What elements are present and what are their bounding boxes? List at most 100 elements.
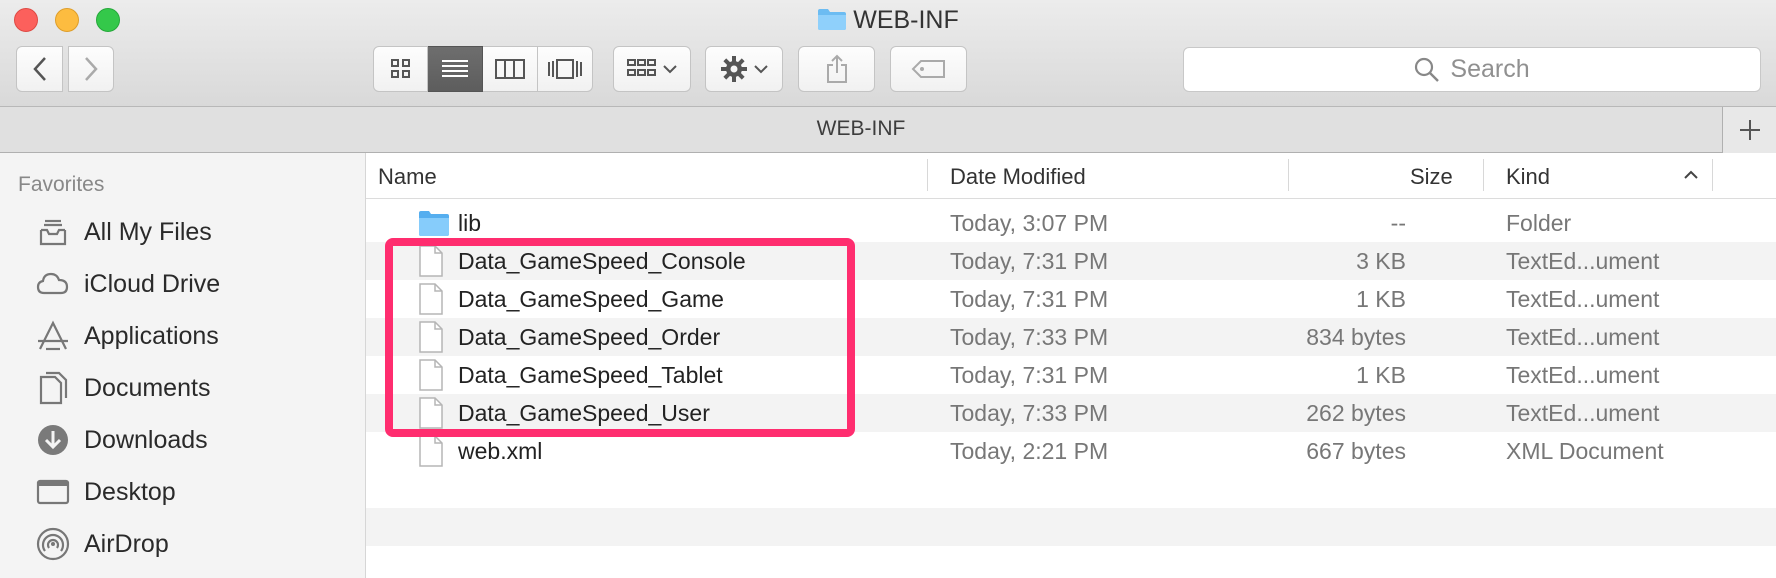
file-row-lib[interactable]: lib Today, 3:07 PM -- Folder <box>366 204 1776 242</box>
sidebar-item-label: iCloud Drive <box>84 269 221 298</box>
search-icon <box>1415 57 1440 82</box>
sidebar-item-desktop[interactable]: Desktop <box>34 469 176 515</box>
search-placeholder: Search <box>1450 55 1530 83</box>
column-name[interactable]: Name <box>378 164 437 190</box>
column-date-modified[interactable]: Date Modified <box>950 164 1086 190</box>
file-row-web-xml[interactable]: web.xml Today, 2:21 PM 667 bytes XML Doc… <box>366 432 1776 470</box>
sidebar: Favorites All My Files iCloud Drive Appl… <box>0 153 366 578</box>
empty-row <box>366 508 1776 546</box>
sidebar-item-all-my-files[interactable]: All My Files <box>34 209 212 255</box>
downloads-icon <box>34 421 72 459</box>
tab-web-inf[interactable]: WEB-INF <box>0 117 1722 141</box>
sidebar-item-label: Desktop <box>84 477 176 506</box>
file-name: Data_GameSpeed_Tablet <box>458 362 723 388</box>
plus-icon <box>1739 120 1760 140</box>
file-kind: TextEd...ument <box>1506 324 1660 350</box>
file-row[interactable]: Data_GameSpeed_Tablet Today, 7:31 PM 1 K… <box>366 356 1776 394</box>
column-size[interactable]: Size <box>1410 164 1453 190</box>
sidebar-item-label: All My Files <box>84 217 212 246</box>
search-field[interactable]: Search <box>1183 47 1761 92</box>
share-icon <box>826 54 847 83</box>
file-name: Data_GameSpeed_Console <box>458 248 746 274</box>
icon-view-button[interactable] <box>373 46 428 92</box>
airdrop-icon <box>34 525 72 563</box>
document-icon <box>418 283 444 321</box>
all-files-icon <box>34 213 72 251</box>
file-name: lib <box>458 210 482 236</box>
arrange-button[interactable] <box>613 46 691 92</box>
file-date: Today, 7:31 PM <box>950 286 1109 312</box>
cloud-icon <box>34 265 72 303</box>
sidebar-item-applications[interactable]: Applications <box>34 313 219 359</box>
file-size: -- <box>1390 210 1406 236</box>
file-date: Today, 7:31 PM <box>950 248 1109 274</box>
file-name: Data_GameSpeed_Order <box>458 324 721 350</box>
chevron-right-icon <box>85 57 98 81</box>
list-icon <box>442 60 468 77</box>
file-size: 1 KB <box>1356 286 1406 312</box>
document-icon <box>418 397 444 435</box>
document-icon <box>418 245 444 283</box>
tag-icon <box>911 60 945 78</box>
icon-grid-icon <box>390 59 410 78</box>
gear-icon <box>721 56 747 82</box>
file-row[interactable]: Data_GameSpeed_Order Today, 7:33 PM 834 … <box>366 318 1776 356</box>
document-icon <box>418 359 444 397</box>
applications-icon <box>34 317 72 355</box>
back-button[interactable] <box>16 46 63 92</box>
desktop-icon <box>34 473 72 511</box>
sidebar-item-label: Downloads <box>84 425 208 454</box>
folder-icon <box>418 207 450 243</box>
chevron-left-icon <box>32 57 46 81</box>
file-kind: TextEd...ument <box>1506 248 1660 274</box>
file-size: 1 KB <box>1356 362 1406 388</box>
file-date: Today, 7:33 PM <box>950 324 1109 350</box>
arrange-icon <box>627 59 656 76</box>
file-row[interactable]: Data_GameSpeed_Console Today, 7:31 PM 3 … <box>366 242 1776 280</box>
list-view-button[interactable] <box>428 46 483 92</box>
file-name: web.xml <box>458 438 543 464</box>
toolbar: WEB-INF Search <box>0 0 1776 107</box>
sidebar-item-airdrop[interactable]: AirDrop <box>34 521 169 567</box>
document-icon <box>418 435 444 473</box>
sidebar-item-icloud-drive[interactable]: iCloud Drive <box>34 261 220 307</box>
cover-flow-icon <box>548 59 582 79</box>
file-date: Today, 7:31 PM <box>950 362 1109 388</box>
file-kind: TextEd...ument <box>1506 362 1660 388</box>
file-name: Data_GameSpeed_Game <box>458 286 724 312</box>
file-size: 262 bytes <box>1306 400 1406 426</box>
file-date: Today, 3:07 PM <box>950 210 1109 236</box>
action-button[interactable] <box>705 46 783 92</box>
file-row[interactable]: Data_GameSpeed_User Today, 7:33 PM 262 b… <box>366 394 1776 432</box>
column-header: Name Date Modified Size Kind <box>366 153 1776 199</box>
share-button[interactable] <box>798 46 875 92</box>
sidebar-item-downloads[interactable]: Downloads <box>34 417 208 463</box>
folder-icon <box>817 7 847 38</box>
sidebar-item-label: Documents <box>84 373 211 402</box>
sidebar-item-documents[interactable]: Documents <box>34 365 210 411</box>
columns-icon <box>495 59 525 79</box>
file-kind: XML Document <box>1506 438 1664 464</box>
file-kind: TextEd...ument <box>1506 286 1660 312</box>
file-date: Today, 7:33 PM <box>950 400 1109 426</box>
tab-bar: WEB-INF <box>0 107 1776 153</box>
new-tab-button[interactable] <box>1722 107 1776 153</box>
sidebar-heading: Favorites <box>18 173 105 196</box>
cover-flow-button[interactable] <box>538 46 593 92</box>
file-date: Today, 2:21 PM <box>950 438 1109 464</box>
forward-button[interactable] <box>68 46 114 92</box>
window-title: WEB-INF <box>0 6 1776 38</box>
file-size: 3 KB <box>1356 248 1406 274</box>
documents-icon <box>34 369 72 407</box>
file-size: 834 bytes <box>1306 324 1406 350</box>
sidebar-item-label: AirDrop <box>84 529 169 558</box>
column-view-button[interactable] <box>483 46 538 92</box>
file-row[interactable]: Data_GameSpeed_Game Today, 7:31 PM 1 KB … <box>366 280 1776 318</box>
column-kind[interactable]: Kind <box>1506 164 1550 190</box>
chevron-down-icon <box>754 65 768 74</box>
window-title-text: WEB-INF <box>853 6 959 34</box>
sort-ascending-icon <box>1684 170 1698 179</box>
file-kind: Folder <box>1506 210 1572 236</box>
tags-button[interactable] <box>890 46 967 92</box>
file-kind: TextEd...ument <box>1506 400 1660 426</box>
